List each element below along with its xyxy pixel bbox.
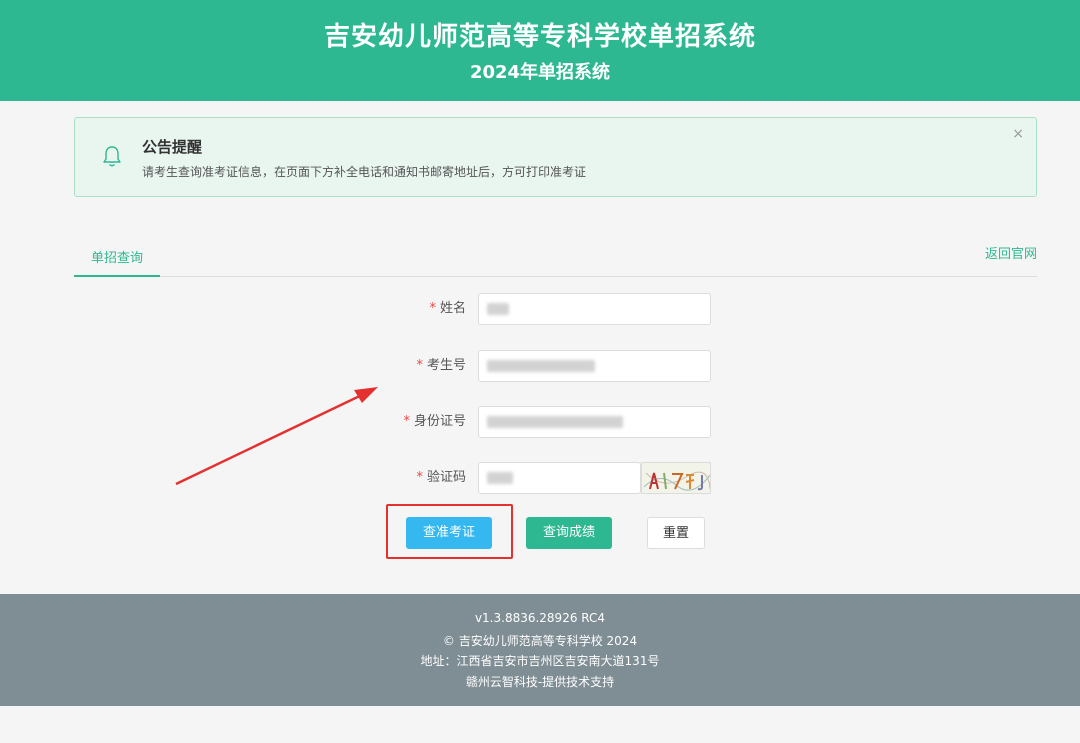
name-field[interactable] bbox=[478, 293, 711, 325]
tab-single-enrollment-query[interactable]: 单招查询 bbox=[74, 240, 160, 277]
footer-copyright: © 吉安幼儿师范高等专科学校 2024 bbox=[442, 634, 638, 648]
footer: v1.3.8836.28926 RC4 © 吉安幼儿师范高等专科学校 2024 … bbox=[0, 594, 1080, 706]
footer-address: 地址：江西省吉安市吉州区吉安南大道131号 bbox=[420, 654, 660, 668]
id-number-field[interactable] bbox=[478, 406, 711, 438]
page-subtitle: 2024年单招系统 bbox=[469, 62, 611, 83]
name-label: * 姓名 bbox=[429, 301, 466, 316]
id-row: * 身份证号 bbox=[0, 406, 1080, 438]
exam-no-row: * 考生号 bbox=[0, 350, 1080, 382]
query-admission-ticket-button[interactable]: 查准考证 bbox=[406, 517, 492, 549]
query-score-button[interactable]: 查询成绩 bbox=[526, 517, 612, 549]
back-to-official-site-link[interactable]: 返回官网 bbox=[985, 243, 1037, 262]
reset-button[interactable]: 重置 bbox=[647, 517, 705, 549]
tab-bar: 单招查询 返回官网 bbox=[74, 240, 1037, 277]
notice-text: 请考生查询准考证信息，在页面下方补全电话和通知书邮寄地址后，方可打印准考证 bbox=[142, 165, 587, 179]
bell-icon bbox=[103, 146, 121, 167]
exam-no-label: * 考生号 bbox=[416, 358, 466, 373]
page-title: 吉安幼儿师范高等专科学校单招系统 bbox=[323, 22, 756, 52]
notice-title: 公告提醒 bbox=[142, 138, 203, 156]
id-label: * 身份证号 bbox=[403, 414, 466, 429]
header: 吉安幼儿师范高等专科学校单招系统 2024年单招系统 bbox=[0, 0, 1080, 101]
notice-panel: 公告提醒 请考生查询准考证信息，在页面下方补全电话和通知书邮寄地址后，方可打印准… bbox=[74, 117, 1037, 197]
exam-no-field[interactable] bbox=[478, 350, 711, 382]
captcha-row: * 验证码 bbox=[0, 462, 1080, 494]
close-icon[interactable]: × bbox=[1012, 126, 1024, 142]
captcha-image[interactable] bbox=[641, 462, 711, 494]
captcha-label: * 验证码 bbox=[416, 470, 466, 485]
captcha-field[interactable] bbox=[478, 462, 641, 494]
name-row: * 姓名 bbox=[0, 293, 1080, 325]
footer-support: 赣州云智科技-提供技术支持 bbox=[465, 675, 615, 689]
footer-version: v1.3.8836.28926 RC4 bbox=[474, 611, 606, 625]
